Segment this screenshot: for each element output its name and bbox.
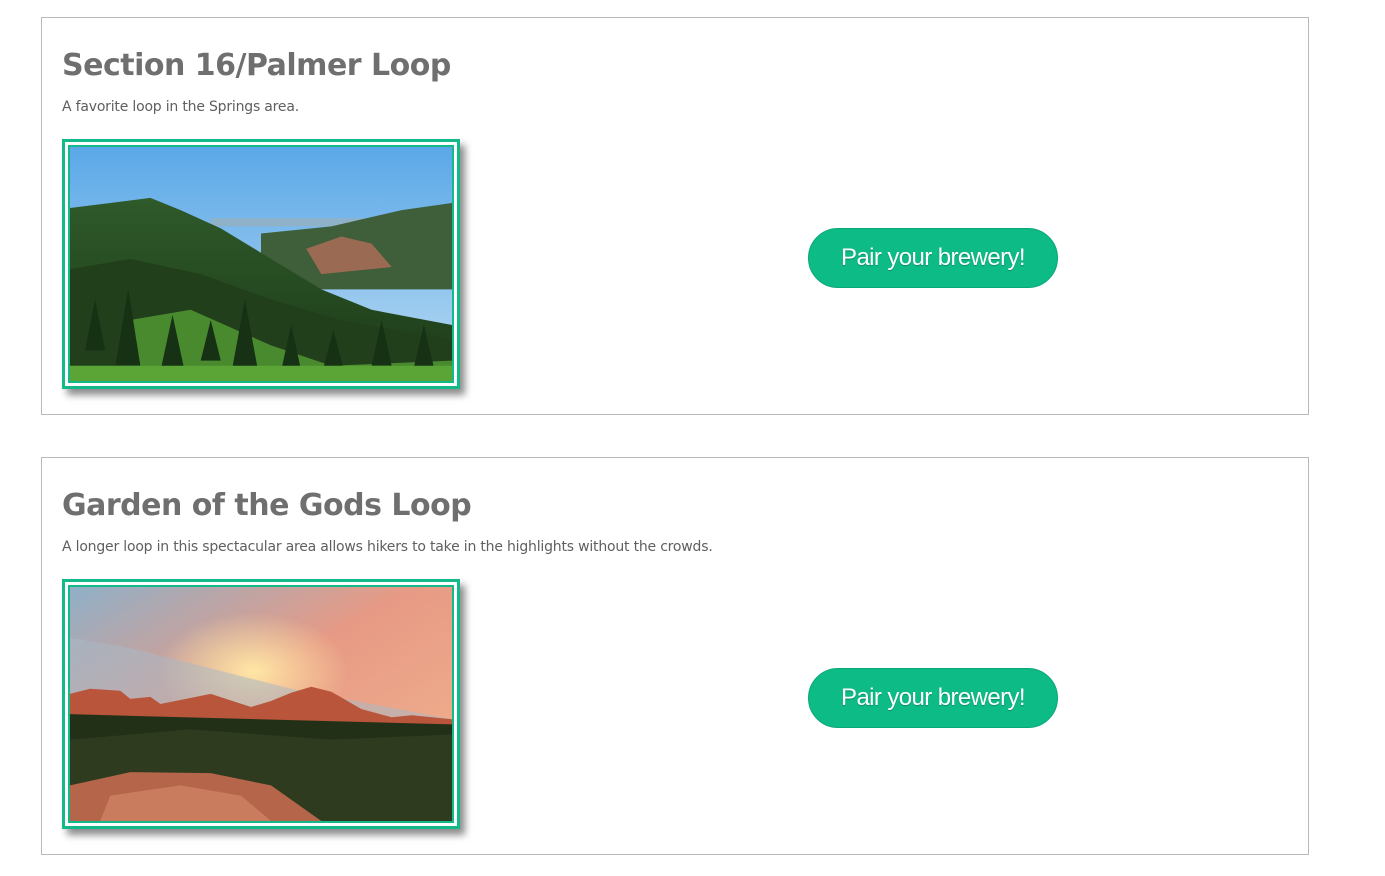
pair-brewery-button[interactable]: Pair your brewery! xyxy=(808,668,1058,728)
trail-description: A favorite loop in the Springs area. xyxy=(62,99,299,115)
trail-card: Garden of the Gods Loop A longer loop in… xyxy=(41,457,1309,855)
trail-photo-frame xyxy=(62,139,460,389)
trail-list: Section 16/Palmer Loop A favorite loop i… xyxy=(0,0,1385,876)
trail-photo xyxy=(68,585,454,823)
trail-photo xyxy=(68,145,454,383)
pair-brewery-button[interactable]: Pair your brewery! xyxy=(808,228,1058,288)
trail-title: Section 16/Palmer Loop xyxy=(62,48,451,83)
mountain-forest-photo xyxy=(70,147,452,381)
trail-description: A longer loop in this spectacular area a… xyxy=(62,539,713,555)
trail-photo-frame xyxy=(62,579,460,829)
trail-title: Garden of the Gods Loop xyxy=(62,488,472,523)
trail-card: Section 16/Palmer Loop A favorite loop i… xyxy=(41,17,1309,415)
sunset-rocks-photo xyxy=(70,587,452,821)
